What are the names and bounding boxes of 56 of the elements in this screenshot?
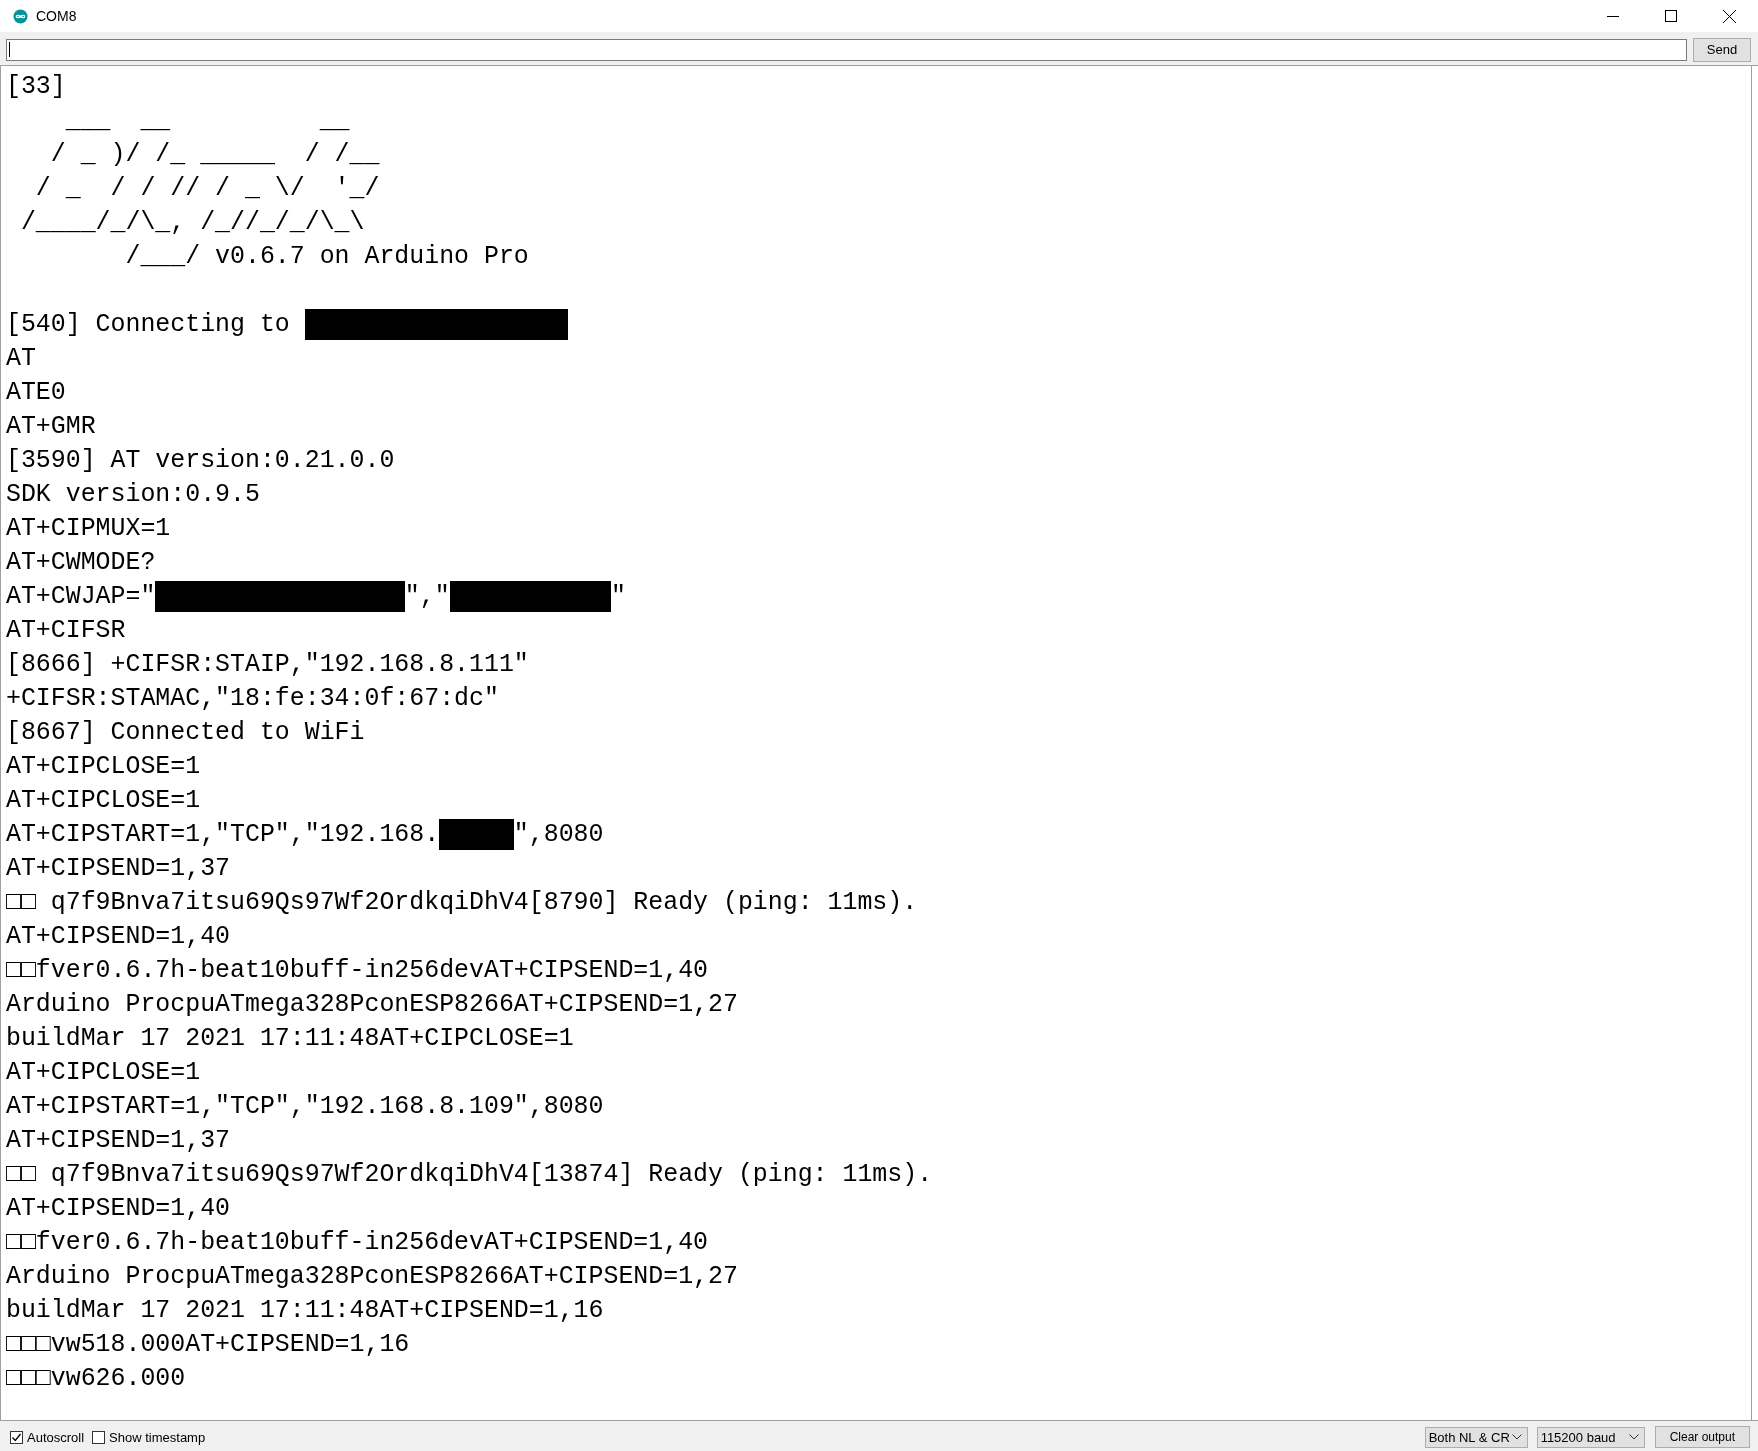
output-line: Arduino ProcpuATmega328PconESP8266AT+CIPSEND=1,27 [6, 1261, 738, 1292]
output-line: AT+CIPCLOSE=1 [6, 785, 201, 816]
output-line: □□fver0.6.7h-beat10buff-in256devAT+CIPSEND=1,40 [6, 955, 709, 986]
output-line: / _ )/ /_ _____ / /__ [49, 139, 380, 170]
output-line: +CIFSR:STAMAC,"18:fe:34:0f:67:dc" [6, 683, 499, 714]
output-line: □□fver0.6.7h-beat10buff-in256devAT+CIPSEND=1,40 [6, 1227, 709, 1258]
output-line: buildMar 17 2021 17:11:48AT+CIPSEND=1,16 [6, 1295, 604, 1326]
autoscroll-checkbox[interactable] [10, 1430, 23, 1444]
output-line: AT+CIPSEND=1,40 [6, 1193, 231, 1224]
timestamp-label: Show timestamp [109, 1429, 206, 1445]
output-line: AT+GMR [6, 411, 96, 442]
output-text: [540] Connecting to [6, 309, 291, 340]
output-line: AT+CIPMUX=1 [6, 513, 171, 544]
output-line: buildMar 17 2021 17:11:48AT+CIPCLOSE=1 [6, 1023, 574, 1054]
output-line: AT [6, 343, 36, 374]
output-line: □□ q7f9Bnva7itsu69Qs97Wf2OrdkqiDhV4[8790] Ready (ping: 11ms). [6, 887, 918, 918]
output-line: AT+CIPCLOSE=1 [6, 751, 201, 782]
line-ending-dropdown[interactable]: Both NL & CR [1424, 1426, 1528, 1448]
autoscroll-label: Autoscroll [27, 1429, 85, 1445]
output-text: "," [404, 581, 450, 612]
output-line: AT+CIPSEND=1,37 [6, 1125, 231, 1156]
output-line: □□ q7f9Bnva7itsu69Qs97Wf2OrdkqiDhV4[13874] Ready (ping: 11ms). [6, 1159, 933, 1190]
output-line: [8666] +CIFSR:STAIP,"192.168.8.111" [6, 649, 529, 680]
output-line: [3590] AT version:0.21.0.0 [6, 445, 395, 476]
output-text: AT+CWJAP=" [6, 581, 156, 612]
output-line: □□□vw518.000AT+CIPSEND=1,16 [6, 1329, 410, 1360]
output-line: /____/_/\_, /_//_/_/\_\ [19, 207, 365, 238]
output-line: /___/ v0.6.7 on Arduino Pro [124, 241, 529, 272]
output-line: SDK version:0.9.5 [6, 479, 260, 510]
app-logo-icon [13, 8, 28, 24]
message-input-field[interactable] [6, 38, 1687, 61]
caret-icon [1628, 1434, 1639, 1440]
output-line: / _ / / // / _ \/ '_/ [34, 173, 380, 204]
close-icon[interactable] [1722, 9, 1736, 23]
output-line: AT+CIFSR [6, 615, 126, 646]
output-line: [33] [6, 71, 66, 102]
clear-output-button[interactable]: Clear output [1654, 1426, 1750, 1448]
output-line: AT+CIPCLOSE=1 [6, 1057, 201, 1088]
output-text: AT+CIPSTART=1,"TCP","192.168. [6, 819, 440, 850]
maximize-icon[interactable] [1665, 10, 1677, 22]
output-line: [8667] Connected to WiFi [6, 717, 365, 748]
output-line: Arduino ProcpuATmega328PconESP8266AT+CIPSEND=1,27 [6, 989, 738, 1020]
baud-rate-dropdown[interactable]: 115200 baud [1536, 1426, 1645, 1448]
output-line: AT+CIPSEND=1,37 [6, 853, 231, 884]
output-text: ",8080 [513, 819, 604, 850]
window-title: COM8 [36, 8, 78, 24]
output-line: AT+CWMODE? [6, 547, 156, 578]
output-line: □□□vw626.000 [6, 1363, 186, 1394]
output-line: AT+CIPSTART=1,"TCP","192.168.8.109",8080 [6, 1091, 604, 1122]
output-line: ___ __ __ [64, 105, 350, 136]
output-text: " [610, 581, 626, 612]
caret-icon [1511, 1434, 1522, 1440]
output-line: ATE0 [6, 377, 66, 408]
output-line: AT+CIPSEND=1,40 [6, 921, 231, 952]
send-button[interactable]: Send [1693, 37, 1751, 62]
timestamp-checkbox[interactable] [92, 1430, 106, 1444]
